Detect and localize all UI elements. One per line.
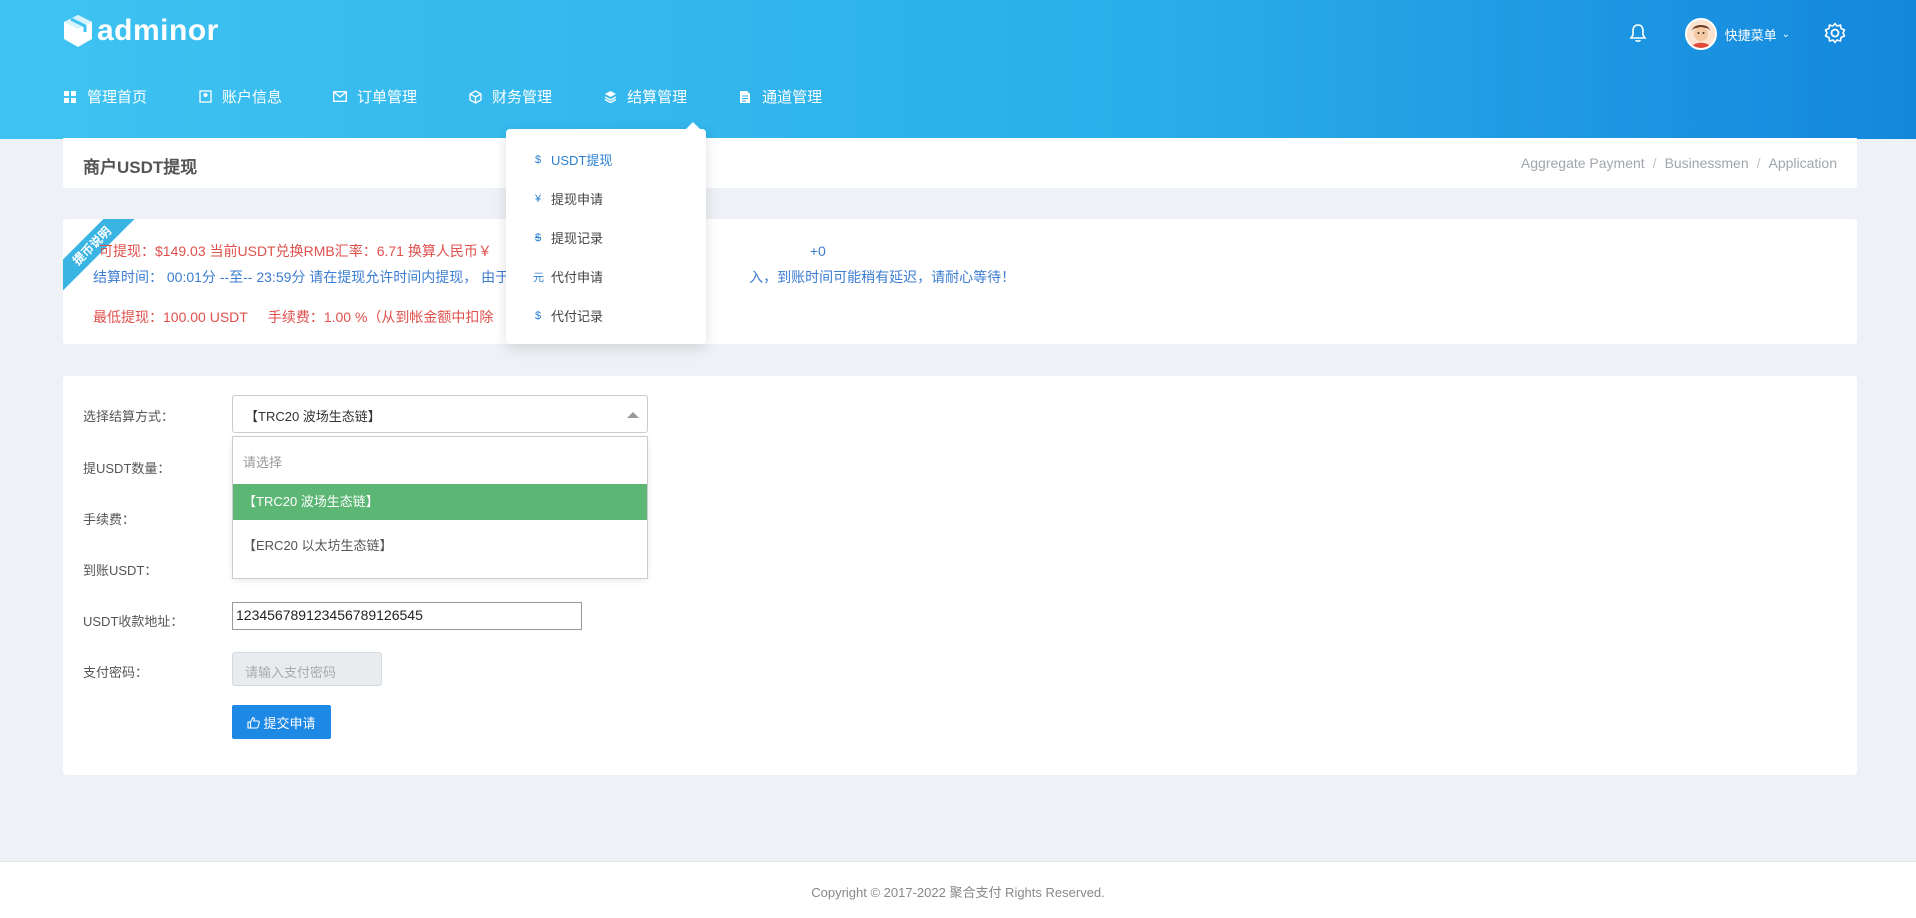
menu-item-label: 代付记录 (551, 309, 604, 324)
received-label: 到账USDT： (83, 563, 158, 578)
balance-extra: +0 (809, 243, 826, 259)
menu-item-label: 提现记录 (551, 231, 604, 246)
footer: Copyright © 2017-2022 聚合支付 Rights Reserv… (0, 861, 1916, 918)
method-label: 选择结算方式： (83, 409, 175, 424)
balance-line: 可提现：$149.03 当前USDT兑换RMB汇率：6.71 换算人民币￥ +0 (99, 241, 826, 261)
password-label: 支付密码： (83, 665, 149, 680)
settle-time-tail: 入，到账时间可能稍有延迟，请耐心等待！ (749, 269, 1016, 285)
dollar-icon: $ (534, 153, 542, 166)
nav-item-channels[interactable]: 通道管理 (737, 86, 822, 107)
select-value: 【TRC20 波场生态链】 (245, 409, 381, 424)
breadcrumb-separator: / (1652, 155, 1657, 171)
fee-rate: 手续费：1.00 %（从到帐金额中扣除 (267, 309, 494, 325)
balance-text: 可提现：$149.03 当前USDT兑换RMB汇率：6.71 换算人民币￥ (99, 243, 492, 259)
nav-item-label: 通道管理 (762, 89, 823, 106)
nav-item-label: 结算管理 (627, 89, 688, 106)
chevron-down-icon: ⌄ (1781, 28, 1790, 40)
thumbs-up-icon (247, 716, 261, 729)
top-header: adminor 管理首页 账户信息 订单管理 财务管理 结算管理 通道管理 快捷… (0, 0, 1916, 139)
menu-item-payout-apply[interactable]: 元 代付申请 (533, 267, 603, 286)
nav-item-orders[interactable]: 订单管理 (332, 86, 417, 107)
usdt-address-input[interactable]: 1234567891234567891​26545 (232, 602, 582, 630)
layers-icon (602, 89, 618, 105)
option-erc20[interactable]: 【ERC20 以太坊生态链】 (233, 528, 647, 564)
min-withdraw: 最低提现：100.00 USDT (93, 309, 248, 325)
menu-item-payout-records[interactable]: $ 代付记录 (533, 306, 603, 325)
breadcrumb-item[interactable]: Aggregate Payment (1521, 155, 1645, 171)
no-dollar-icon: $ (534, 231, 542, 244)
menu-item-withdraw-apply[interactable]: ¥ 提现申请 (533, 189, 603, 208)
bell-icon[interactable] (1629, 23, 1647, 46)
breadcrumb-separator: / (1756, 155, 1761, 171)
copyright: Copyright © 2017-2022 聚合支付 Rights Reserv… (811, 885, 1105, 900)
nav-item-label: 财务管理 (492, 89, 553, 106)
quick-menu-label: 快捷菜单 (1724, 27, 1777, 43)
nav-item-label: 订单管理 (357, 89, 418, 106)
brand-name: adminor (97, 14, 219, 47)
caret-up-icon (627, 412, 639, 418)
settle-time-text: 结算时间： 00:01分 --至-- 23:59分 请在提现允许时间内提现， 由… (93, 269, 510, 285)
nav-item-label: 账户信息 (222, 89, 283, 106)
menu-item-withdraw-records[interactable]: $ 提现记录 (533, 228, 603, 247)
breadcrumb-item: Application (1768, 155, 1838, 171)
currency-icon: 元 (533, 271, 544, 284)
grid-icon (62, 89, 78, 105)
menu-item-label: 代付申请 (551, 270, 604, 285)
avatar[interactable] (1684, 18, 1717, 50)
fee-label: 手续费： (83, 512, 136, 527)
option-trc20[interactable]: 【TRC20 波场生态链】 (233, 484, 647, 520)
main-nav: 管理首页 账户信息 订单管理 财务管理 结算管理 通道管理 (62, 86, 872, 107)
withdraw-notice: 提币说明 可提现：$149.03 当前USDT兑换RMB汇率：6.71 换算人民… (63, 219, 1857, 344)
breadcrumb: Aggregate Payment / Businessmen / Applicatio… (1521, 155, 1837, 171)
dropdown-search[interactable]: 请选择 (233, 437, 647, 485)
quick-menu-toggle[interactable]: 快捷菜单 ⌄ (1725, 25, 1790, 44)
yen-icon: ¥ (534, 192, 542, 205)
logo[interactable]: adminor (62, 14, 219, 48)
settlement-submenu: $ USDT提现 ¥ 提现申请 $ 提现记录 元 代付申请 $ 代付记录 (506, 122, 706, 344)
menu-item-label: USDT提现 (551, 153, 613, 168)
cube-icon (467, 89, 483, 105)
nav-item-home[interactable]: 管理首页 (62, 86, 147, 107)
page-header: 商户USDT提现 Aggregate Payment / Businessmen / A… (63, 138, 1857, 188)
withdraw-form: 选择结算方式： 提USDT数量： 手续费： 到账USDT： USDT收款地址： … (63, 376, 1857, 775)
amount-label: 提USDT数量： (83, 461, 171, 476)
submit-button[interactable]: 提交申请 (232, 705, 331, 739)
settle-method-dropdown: 请选择 【TRC20 波场生态链】 【ERC20 以太坊生态链】 (232, 436, 648, 579)
gear-icon[interactable] (1824, 22, 1846, 47)
dollar-icon: $ (534, 309, 542, 322)
header-actions: 快捷菜单 ⌄ (1629, 18, 1846, 50)
cube-logo-icon (64, 15, 92, 47)
nav-item-label: 管理首页 (87, 89, 148, 106)
menu-item-label: 提现申请 (551, 192, 604, 207)
nav-item-account[interactable]: 账户信息 (197, 86, 282, 107)
address-label: USDT收款地址： (83, 614, 184, 629)
nav-item-settlement[interactable]: 结算管理 (602, 86, 687, 107)
breadcrumb-item[interactable]: Businessmen (1665, 155, 1749, 171)
pay-password-input[interactable]: 请输入支付密码 (232, 652, 382, 686)
submit-label: 提交申请 (263, 715, 316, 731)
settle-method-select[interactable]: 【TRC20 波场生态链】 (232, 395, 648, 433)
nav-item-finance[interactable]: 财务管理 (467, 86, 552, 107)
limits-line: 最低提现：100.00 USDT 手续费：1.00 %（从到帐金额中扣除 (93, 307, 493, 327)
user-icon (197, 89, 213, 105)
envelope-icon (332, 89, 348, 105)
page-title: 商户USDT提现 (83, 158, 198, 177)
file-icon (737, 89, 753, 105)
menu-item-usdt-withdraw[interactable]: $ USDT提现 (533, 150, 612, 169)
